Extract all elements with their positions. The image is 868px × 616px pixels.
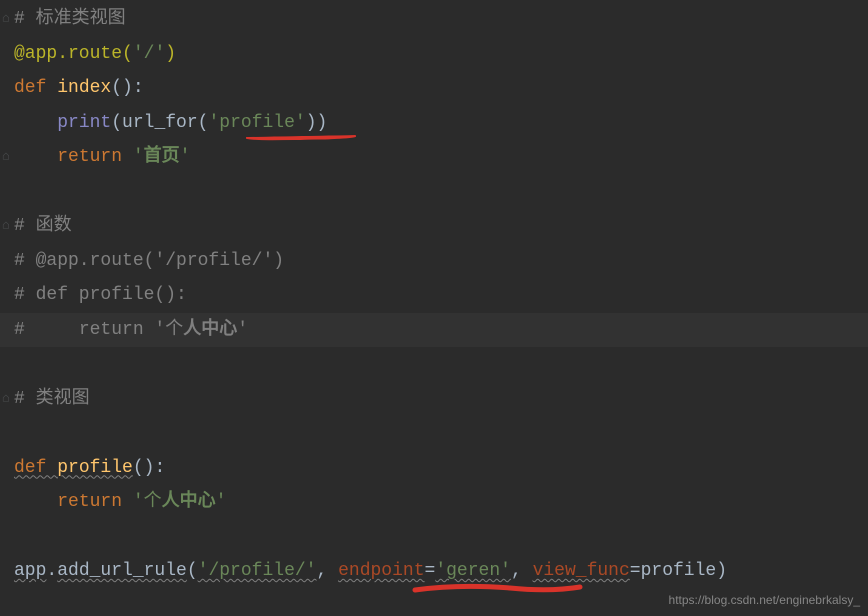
string-quote: ' [133,140,144,174]
paren: ) [716,554,727,588]
paren: ( [198,106,209,140]
signature: (): [111,71,143,105]
string-quote: ' [216,485,227,519]
code-line-14[interactable]: def profile(): [0,451,868,486]
code-line-15[interactable]: return '个人中心' [0,485,868,520]
comment-text: 类视图 [72,2,126,36]
comma: , [316,554,338,588]
string-cjk: 个 [144,485,162,519]
code-line-7[interactable]: ⌂ # 函数 [0,209,868,244]
keyword-def: def [14,451,57,485]
func-name: profile [57,451,133,485]
code-line-4[interactable]: print(url_for('profile')) [0,106,868,141]
equals: = [630,554,641,588]
code-line-11-blank[interactable] [0,347,868,382]
comment-text: # @app.route('/profile/') [14,244,284,278]
gutter-icon: ⌂ [2,7,10,32]
dot: . [46,554,57,588]
code-line-16-blank[interactable] [0,520,868,555]
comment-text: 标准 [36,2,72,36]
paren: ) [165,37,176,71]
method-name: add_url_rule [57,554,187,588]
comment-hash: # [14,313,79,347]
string-cjk: 首页 [144,140,180,174]
comment-text: 函 [36,209,54,243]
code-line-8[interactable]: # @app.route('/profile/') [0,244,868,279]
equals: = [425,554,436,588]
code-line-1[interactable]: ⌂ # 标准类视图 [0,2,868,37]
code-line-2[interactable]: @app.route('/') [0,37,868,72]
string-quote: ' [180,140,191,174]
code-line-6-blank[interactable] [0,175,868,210]
gutter-icon: ⌂ [2,386,10,411]
paren: ( [187,554,198,588]
string-arg: 'profile' [208,106,305,140]
code-line-12[interactable]: ⌂ # 类视图 [0,382,868,417]
keyword-return: return [57,485,133,519]
paren: ( [122,37,133,71]
string-quote: ' [133,485,144,519]
code-line-10-highlighted[interactable]: # return '个人中心' [0,313,868,348]
comment-hash: # [14,382,36,416]
kwarg-name: endpoint [338,554,424,588]
indent [14,140,57,174]
comment-cjk: 个 [165,313,183,347]
gutter-icon: ⌂ [2,145,10,170]
code-line-13-blank[interactable] [0,416,868,451]
watermark-text: https://blog.csdn.net/enginebrkalsy_ [669,589,860,612]
string-val: 'geren' [435,554,511,588]
comment-text: 数 [54,209,72,243]
string-cjk-bold: 人中心 [162,485,216,519]
comment-hash: # [14,209,36,243]
code-line-17[interactable]: app.add_url_rule('/profile/', endpoint='… [0,554,868,589]
comment-quote: ' [237,313,248,347]
comment-text: return ' [79,313,165,347]
comment-text: 类视图 [36,382,90,416]
paren: ) [317,106,328,140]
keyword-return: return [57,140,133,174]
identifier-val: profile [641,554,717,588]
object-name: app [14,554,46,588]
comma: , [511,554,533,588]
builtin-print: print [57,106,111,140]
func-name: index [57,71,111,105]
code-line-3[interactable]: def index(): [0,71,868,106]
code-line-9[interactable]: # def profile(): [0,278,868,313]
keyword-def: def [14,71,57,105]
indent [14,106,57,140]
signature: (): [133,451,165,485]
decorator-name: @app.route [14,37,122,71]
comment-text: # def profile(): [14,278,187,312]
kwarg-name: view_func [533,554,630,588]
code-line-5[interactable]: ⌂ return '首页' [0,140,868,175]
indent [14,485,57,519]
string-arg: '/profile/' [198,554,317,588]
route-string: '/' [133,37,165,71]
comment-cjk-bold: 人中心 [183,313,237,347]
comment-hash: # [14,2,36,36]
paren: ( [111,106,122,140]
func-call: url_for [122,106,198,140]
paren: ) [306,106,317,140]
gutter-icon: ⌂ [2,214,10,239]
